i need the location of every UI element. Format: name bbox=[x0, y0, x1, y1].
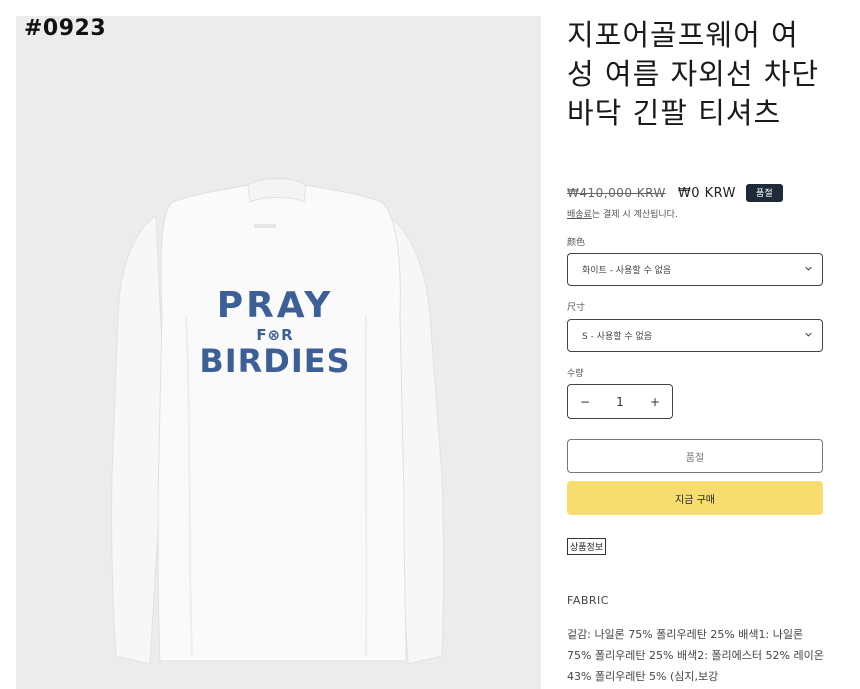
color-label: 颜色 bbox=[567, 238, 586, 248]
print-line-3: BIRDIES bbox=[199, 342, 351, 380]
product-title: 지포어골프웨어 여성 여름 자외선 차단 바닥 긴팔 티셔츠 bbox=[567, 18, 820, 130]
product-info-tab[interactable]: 상품정보 bbox=[567, 538, 607, 555]
product-info: 지포어골프웨어 여성 여름 자외선 차단 바닥 긴팔 티셔츠 bbox=[567, 16, 825, 133]
decrease-button[interactable]: − bbox=[568, 395, 602, 409]
fabric-heading: FABRIC bbox=[567, 594, 609, 607]
buy-now-button[interactable]: 지금 구매 bbox=[567, 481, 823, 515]
quantity-value[interactable]: 1 bbox=[603, 395, 637, 409]
product-image[interactable]: #0923 PRAY F⊗R BIRDIES bbox=[16, 16, 541, 689]
print-line-1: PRAY bbox=[216, 285, 334, 326]
increase-button[interactable]: + bbox=[638, 395, 672, 409]
chevron-down-icon bbox=[805, 266, 812, 271]
size-select[interactable]: S - 사용할 수 없음 bbox=[567, 319, 823, 352]
shipping-text: 는 결제 시 계산됩니다. bbox=[591, 210, 678, 220]
product-code-label: #0923 bbox=[24, 16, 107, 41]
color-select-value: 화이트 - 사용할 수 없음 bbox=[582, 266, 672, 276]
status-badge: 품절 bbox=[746, 184, 783, 202]
color-select[interactable]: 화이트 - 사용할 수 없음 bbox=[567, 253, 823, 286]
quantity-label: 수량 bbox=[567, 369, 584, 379]
shirt-print: PRAY F⊗R BIRDIES bbox=[186, 285, 364, 381]
shipping-note: 배송료는 결제 시 계산됩니다. bbox=[567, 207, 678, 220]
chevron-down-icon bbox=[805, 332, 812, 337]
price-row: ₩410,000 KRW ₩0 KRW 품절 bbox=[567, 184, 783, 202]
shipping-link[interactable]: 배송료 bbox=[567, 210, 592, 220]
size-select-value: S - 사용할 수 없음 bbox=[582, 332, 653, 342]
original-price: ₩410,000 KRW bbox=[567, 186, 666, 200]
fabric-description: 겉감: 나일론 75% 폴리우레탄 25% 배색1: 나일론 75% 폴리우레탄… bbox=[567, 628, 824, 683]
sale-price: ₩0 KRW bbox=[677, 185, 737, 201]
quantity-stepper[interactable]: − 1 + bbox=[567, 384, 673, 419]
size-label: 尺寸 bbox=[567, 303, 586, 313]
sold-out-button[interactable]: 품절 bbox=[567, 439, 823, 473]
